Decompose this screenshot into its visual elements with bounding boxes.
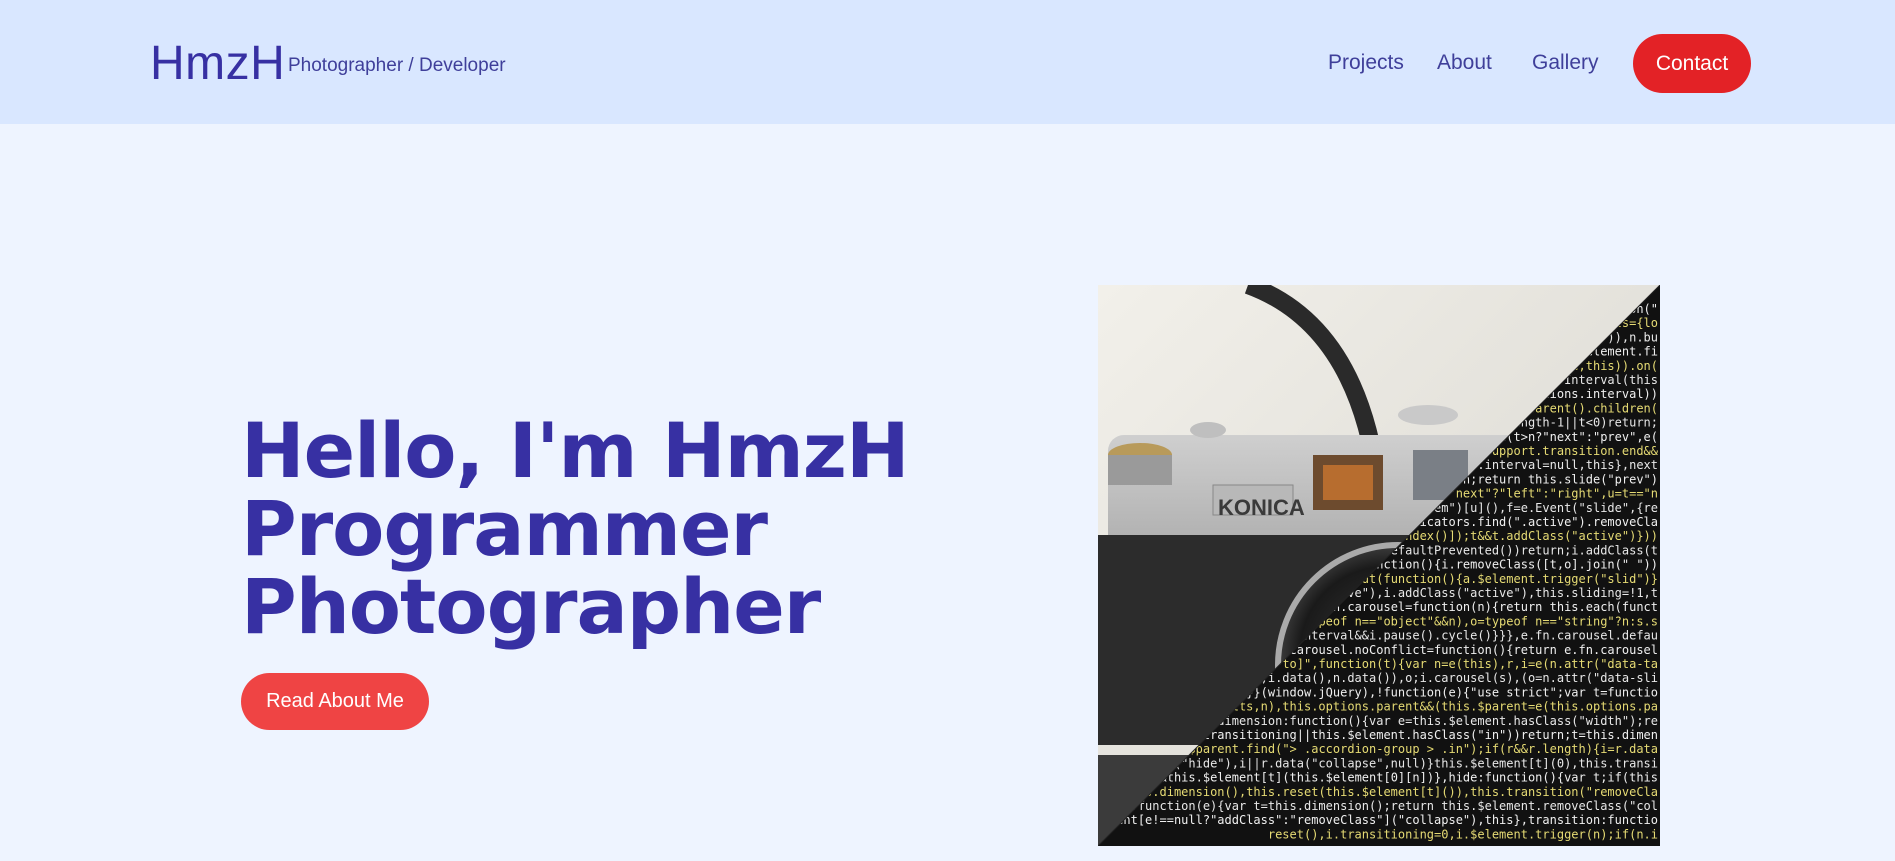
code-line: .item")[u](),f=e.Event("slide",{re xyxy=(1412,501,1658,515)
code-line: .fn.carousel.noConflict=function(){retur… xyxy=(1261,643,1658,657)
nav-link-about[interactable]: About xyxy=(1437,51,1492,75)
hero-line-role-photographer: Photographer xyxy=(241,562,821,651)
code-line: t,dimension:function(){var e=this.$eleme… xyxy=(1203,714,1658,728)
code-line: iveIndex()]);t&&t.addClass("active")})) xyxy=(1376,529,1658,543)
code-line: his.$parent.find("> .accordion-group > .… xyxy=(1160,742,1659,756)
code-line: $indicators.find(".active").removeCla xyxy=(1391,515,1658,529)
code-line: pse("hide"),i||r.data("collapse",null)}t… xyxy=(1152,756,1658,770)
nav-link-projects[interactable]: Projects xyxy=(1328,51,1404,75)
camera-code-split-image: KONICA ment.on("ults={lo.btn")),n.buis.$… xyxy=(1098,285,1660,846)
contact-button[interactable]: Contact xyxy=(1633,34,1751,93)
code-line: ement[e!==null?"addClass":"removeClass"]… xyxy=(1102,813,1658,827)
code-line: ide-to]",function(t){var n=e(this),r,i=e… xyxy=(1253,657,1658,671)
hero-title: Hello, I'm HmzH Programmer Photographer xyxy=(241,406,910,651)
code-line: active"),i.addClass("active"),this.slidi… xyxy=(1318,586,1658,600)
code-line: imeout(function(){a.$element.trigger("sl… xyxy=(1333,572,1658,586)
site-header: HmzH Photographer / Developer Projects A… xyxy=(0,0,1895,124)
code-line: ,typeof n=="object"&&n),o=typeof n=="str… xyxy=(1297,614,1658,628)
camera-brand-text: KONICA xyxy=(1218,495,1305,520)
code-line: t=="next"?"left":"right",u=t=="n xyxy=(1427,487,1658,501)
code-line: }}(window.jQuery),!function(e){"use stri… xyxy=(1246,685,1658,699)
hero-line-role-programmer: Programmer xyxy=(241,484,768,573)
code-line: s.interval&&i.pause().cycle()}}},e.fn.ca… xyxy=(1282,629,1658,643)
code-line: on&&this.$element[t](this.$element[0][n]… xyxy=(1138,771,1658,785)
code-line: {},i.data(),n.data()),o;i.carousel(s),(o… xyxy=(1246,671,1658,685)
code-line: e.fn.carousel=function(n){return this.ea… xyxy=(1311,600,1658,614)
code-line: this.dimension(),this.reset(this.$elemen… xyxy=(1123,785,1658,799)
code-line: d,function(){i.removeClass([t,o].join(" … xyxy=(1347,558,1658,572)
code-line: et:function(e){var t=this.dimension();re… xyxy=(1116,799,1658,813)
hero-image: KONICA ment.on("ults={lo.btn")),n.buis.$… xyxy=(1098,285,1660,846)
code-line: turn;return this.slide("prev") xyxy=(1441,472,1658,486)
code-line: faults,n),this.options.parent&&(this.$pa… xyxy=(1210,700,1658,714)
code-line: s.transitioning||this.$element.hasClass(… xyxy=(1188,728,1658,742)
code-line: reset(),i.transitioning=0,i.$element.tri… xyxy=(1268,827,1658,841)
code-line: .isDefaultPrevented())return;i.addClass(… xyxy=(1362,543,1658,557)
brand-tagline: Photographer / Developer xyxy=(288,55,506,76)
hero-line-greeting: Hello, I'm HmzH xyxy=(241,406,910,495)
read-about-me-button[interactable]: Read About Me xyxy=(241,673,429,730)
brand-logo[interactable]: HmzH xyxy=(150,36,285,91)
nav-link-gallery[interactable]: Gallery xyxy=(1532,51,1599,75)
